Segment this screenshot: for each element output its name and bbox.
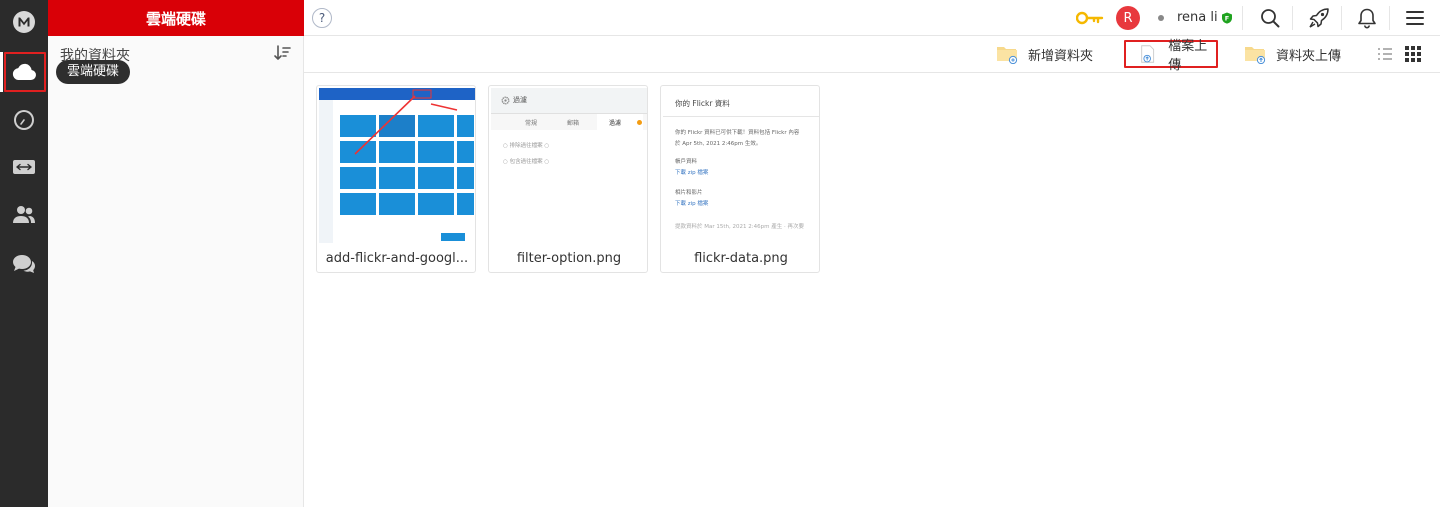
transfer-icon	[13, 160, 35, 174]
thumb-text: 於 Apr 5th, 2021 2:46pm 生效。	[675, 141, 762, 147]
rail-chat[interactable]	[0, 244, 48, 284]
folder-upload-button[interactable]: 資料夾上傳	[1244, 40, 1341, 68]
thumb-arrows	[354, 89, 458, 155]
file-name: flickr-data.png	[694, 251, 788, 266]
thumb-dot	[637, 120, 642, 125]
file-card[interactable]: 你的 Flickr 資料 你的 Flickr 資料已可供下載！資料包括 Flic…	[660, 85, 820, 273]
thumb-divider	[663, 116, 819, 117]
thumb-link: 下載 zip 檔案	[675, 170, 709, 176]
search-button[interactable]	[1252, 0, 1288, 36]
tooltip: 雲端硬碟	[56, 60, 131, 84]
file-card[interactable]: add-flickr-and-googl...	[316, 85, 476, 273]
separator	[1341, 6, 1342, 30]
thumb-header-title: 過濾	[513, 96, 527, 104]
shield-badge-icon: F	[1222, 12, 1232, 24]
user-name[interactable]: rena li	[1177, 10, 1218, 25]
main-menu-button[interactable]	[1397, 0, 1433, 36]
thumb-option: ○ 包含過往檔案 ○	[503, 159, 550, 165]
thumb-link: 下載 zip 檔案	[675, 201, 709, 207]
clock-icon	[14, 110, 34, 130]
list-view-icon[interactable]	[1377, 46, 1393, 62]
thumb-option-text: 排除過往檔案	[509, 143, 543, 149]
help-button[interactable]: ?	[312, 8, 332, 28]
separator	[1242, 6, 1243, 30]
thumb-tab-label: 郵箱	[567, 120, 580, 127]
hamburger-menu-icon	[1406, 11, 1424, 25]
folder-upload-label: 資料夾上傳	[1276, 48, 1342, 64]
thumb-text: 你的 Flickr 資料已可供下載！資料包括 Flickr 內容	[675, 130, 800, 136]
file-upload-button[interactable]: 檔案上傳	[1124, 39, 1218, 73]
file-toolbar: 新增資料夾 檔案上傳 資料夾上傳	[304, 36, 1440, 73]
thumb-option: ○ 排除過往檔案 ○	[503, 143, 550, 149]
mega-logo-icon[interactable]	[0, 2, 48, 42]
avatar[interactable]: R	[1116, 6, 1140, 30]
file-upload-icon	[1141, 45, 1155, 63]
rail-transfers[interactable]	[0, 147, 48, 187]
badge-letter: F	[1225, 15, 1229, 23]
folder-upload-icon	[1245, 47, 1266, 64]
thumb-text: 相片和影片	[675, 190, 703, 196]
grid-view-icon[interactable]	[1405, 46, 1421, 62]
folder-tree-panel: 我的資料夾	[48, 36, 304, 507]
separator	[1389, 6, 1390, 30]
chat-icon	[13, 255, 35, 273]
thumb-tab-label: 過濾	[609, 120, 622, 127]
file-name: add-flickr-and-googl...	[325, 251, 469, 266]
file-thumbnail	[319, 88, 475, 243]
left-navigation-rail	[0, 0, 48, 507]
new-folder-button[interactable]: 新增資料夾	[996, 40, 1093, 68]
contacts-icon	[13, 206, 35, 223]
rail-recents[interactable]	[0, 100, 48, 140]
new-folder-label: 新增資料夾	[1028, 48, 1094, 64]
file-name: filter-option.png	[516, 251, 622, 266]
rocket-button[interactable]	[1301, 0, 1337, 36]
search-icon	[1261, 9, 1280, 28]
key-icon[interactable]	[1070, 0, 1110, 36]
thumb-button	[441, 233, 465, 241]
file-grid: add-flickr-and-googl... 過濾 常規 郵箱 過濾 ○ 排除…	[304, 73, 1440, 507]
thumb-tab-label: 常規	[525, 120, 538, 127]
sort-icon[interactable]	[273, 44, 291, 62]
thumb-option-text: 包含過往檔案	[509, 159, 543, 165]
thumb-title: 你的 Flickr 資料	[675, 99, 730, 108]
thumb-text: 帳戶資料	[675, 159, 698, 165]
top-bar: ? R rena li F	[304, 0, 1440, 36]
separator	[1292, 6, 1293, 30]
status-dot	[1158, 15, 1164, 21]
highlight-box	[4, 52, 46, 92]
gear-icon	[501, 96, 510, 105]
rail-cloud-drive[interactable]	[0, 52, 48, 92]
file-thumbnail: 過濾 常規 郵箱 過濾 ○ 排除過往檔案 ○ ○ 包含過往檔案 ○	[491, 88, 647, 243]
file-thumbnail: 你的 Flickr 資料 你的 Flickr 資料已可供下載！資料包括 Flic…	[663, 88, 819, 243]
rail-contacts[interactable]	[0, 194, 48, 234]
bell-icon	[1358, 8, 1376, 29]
section-title: 雲端硬碟	[48, 0, 304, 36]
rocket-icon	[1309, 8, 1329, 28]
new-folder-icon	[997, 47, 1018, 64]
file-card[interactable]: 過濾 常規 郵箱 過濾 ○ 排除過往檔案 ○ ○ 包含過往檔案 ○ filter…	[488, 85, 648, 273]
notifications-button[interactable]	[1349, 0, 1385, 36]
thumb-footer-text: 提款資料於 Mar 15th, 2021 2:46pm 產生 · 再次要	[675, 224, 804, 230]
file-upload-label: 檔案上傳	[1168, 39, 1208, 73]
